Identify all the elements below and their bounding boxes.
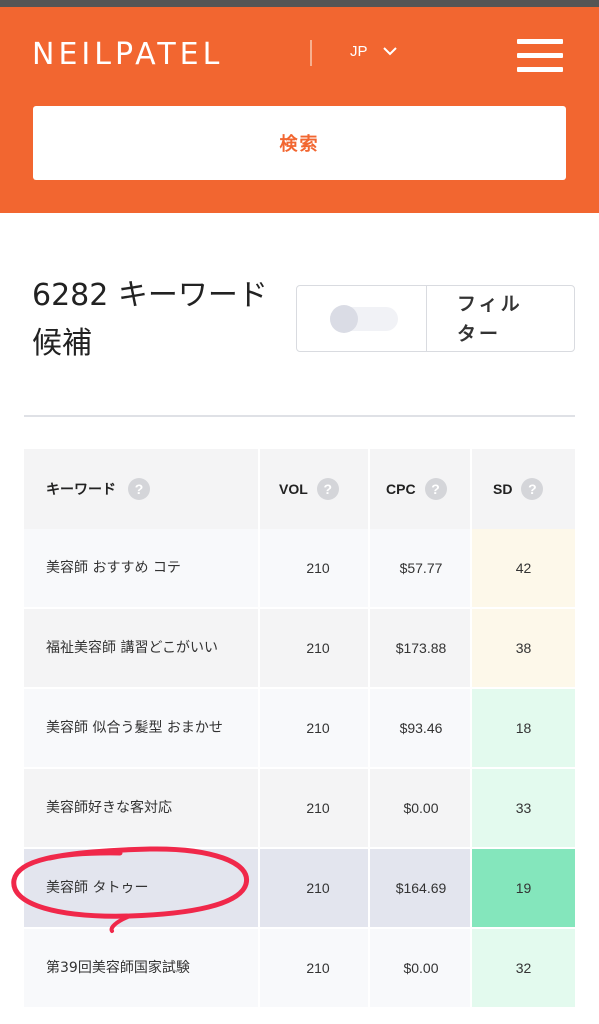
header-divider xyxy=(368,449,370,529)
sd-score-cell: 33 xyxy=(515,800,532,816)
filter-panel: フィルター xyxy=(296,285,575,352)
column-header-cpc[interactable]: CPC ? xyxy=(386,449,447,529)
filter-button[interactable]: フィルター xyxy=(457,289,537,349)
section-divider xyxy=(24,415,575,417)
help-circle-icon[interactable]: ? xyxy=(424,478,447,500)
header-divider xyxy=(470,449,472,529)
table-row[interactable]: 美容師 タトゥー 210 $164.69 19 xyxy=(24,849,575,929)
help-circle-icon[interactable]: ? xyxy=(128,478,150,500)
cpc-cell: $57.77 xyxy=(399,560,443,576)
cpc-cell: $164.69 xyxy=(395,880,447,896)
table-row[interactable]: 美容師 似合う髪型 おまかせ 210 $93.46 18 xyxy=(24,689,575,769)
keyword-cell[interactable]: 第39回美容師国家試験 xyxy=(24,929,258,1007)
column-label: VOL xyxy=(279,481,308,497)
keyword-cell[interactable]: 美容師 似合う髪型 おまかせ xyxy=(24,689,258,767)
keyword-cell[interactable]: 美容師 タトゥー xyxy=(24,849,258,927)
results-count-title: 6282 キーワード候補 xyxy=(32,278,268,361)
hamburger-menu-icon[interactable] xyxy=(517,39,565,75)
site-header: NEILPATEL JP 検索 xyxy=(0,7,599,213)
volume-cell: 210 xyxy=(306,800,330,816)
cpc-cell: $93.46 xyxy=(399,720,443,736)
keyword-cell[interactable]: 美容師好きな客対応 xyxy=(24,769,258,847)
volume-cell: 210 xyxy=(306,880,330,896)
table-row[interactable]: 福祉美容師 講習どこがいい 210 $173.88 38 xyxy=(24,609,575,689)
cpc-cell: $0.00 xyxy=(403,960,439,976)
language-selector[interactable]: JP xyxy=(350,43,368,60)
column-header-keyword[interactable]: キーワード ? xyxy=(46,449,150,529)
table-row[interactable]: 美容師好きな客対応 210 $0.00 33 xyxy=(24,769,575,849)
cpc-cell: $173.88 xyxy=(395,640,447,656)
sd-score-cell: 32 xyxy=(515,960,532,976)
neilpatel-logo[interactable]: NEILPATEL xyxy=(32,37,223,72)
volume-cell: 210 xyxy=(306,640,330,656)
filter-divider xyxy=(426,286,427,351)
cpc-cell: $0.00 xyxy=(403,800,439,816)
sd-score-cell: 38 xyxy=(515,640,532,656)
volume-cell: 210 xyxy=(306,960,330,976)
header-divider xyxy=(258,449,260,529)
column-label: CPC xyxy=(386,481,416,497)
help-circle-icon[interactable]: ? xyxy=(316,478,339,500)
sd-score-cell: 42 xyxy=(515,560,532,576)
volume-cell: 210 xyxy=(306,720,330,736)
search-button[interactable]: 検索 xyxy=(33,106,566,180)
sd-score-cell: 18 xyxy=(515,720,532,736)
filter-toggle[interactable] xyxy=(330,305,398,333)
column-label: SD xyxy=(493,481,513,497)
toggle-knob xyxy=(330,305,358,333)
column-header-vol[interactable]: VOL ? xyxy=(279,449,339,529)
keyword-cell[interactable]: 福祉美容師 講習どこがいい xyxy=(24,609,258,687)
table-header: キーワード ? VOL ? CPC ? SD ? xyxy=(24,449,575,529)
top-strip xyxy=(0,0,599,7)
column-label: キーワード xyxy=(46,481,116,497)
sd-score-cell: 19 xyxy=(515,880,532,896)
keyword-cell[interactable]: 美容師 おすすめ コテ xyxy=(24,529,258,607)
help-circle-icon[interactable]: ? xyxy=(521,478,544,500)
header-divider xyxy=(310,40,312,66)
chevron-down-icon[interactable] xyxy=(382,45,398,57)
volume-cell: 210 xyxy=(306,560,330,576)
column-header-sd[interactable]: SD ? xyxy=(493,449,544,529)
table-row[interactable]: 第39回美容師国家試験 210 $0.00 32 xyxy=(24,929,575,1009)
table-row[interactable]: 美容師 おすすめ コテ 210 $57.77 42 xyxy=(24,529,575,609)
